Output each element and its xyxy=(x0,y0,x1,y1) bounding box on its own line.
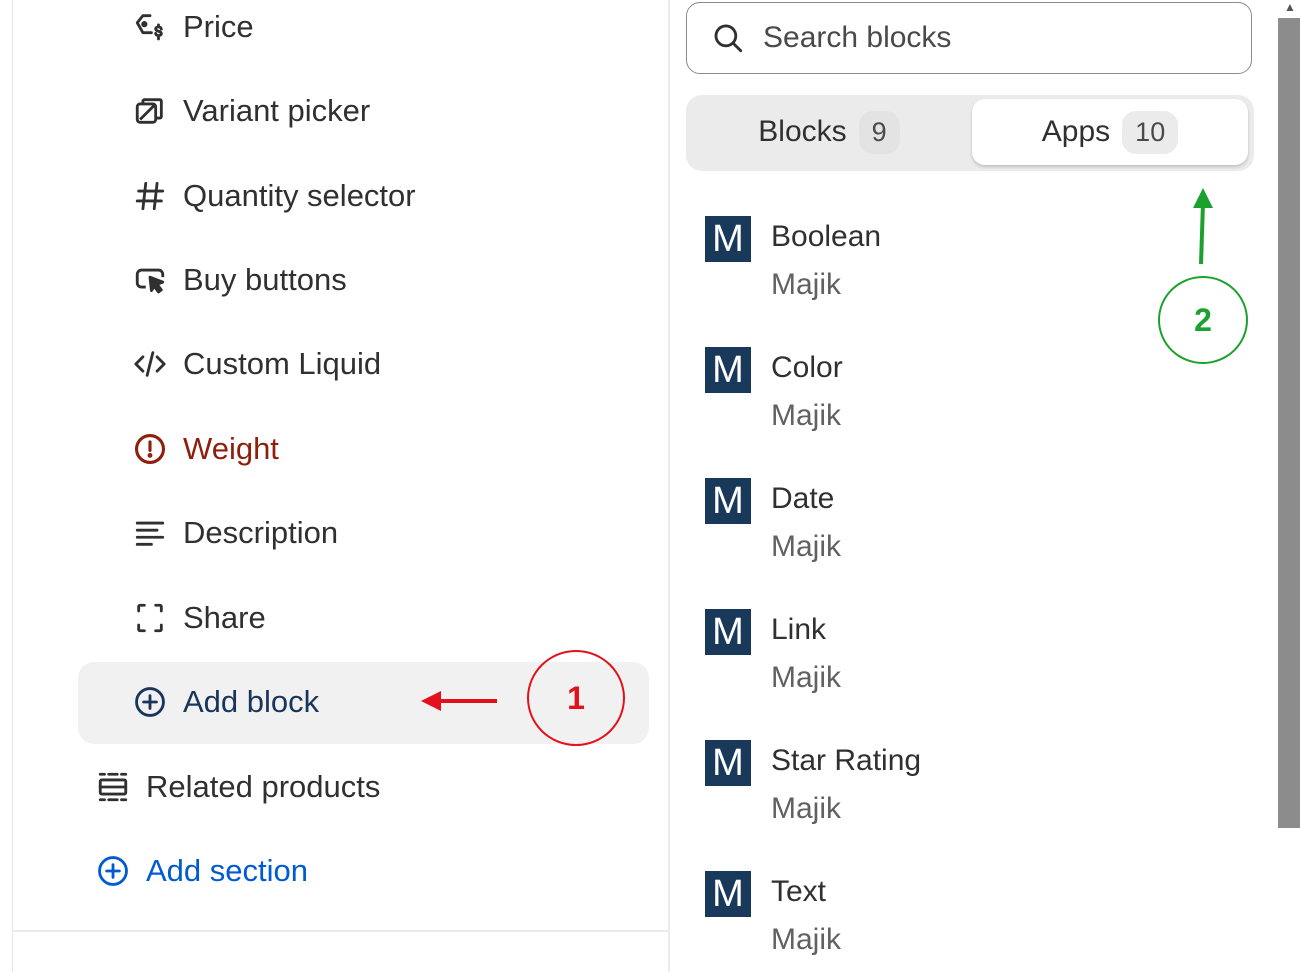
app-block-name: Star Rating xyxy=(771,744,922,777)
cursor-click-icon xyxy=(132,262,168,298)
block-item-price[interactable]: Price xyxy=(132,0,254,57)
block-item-label: Price xyxy=(183,9,254,44)
panel-divider xyxy=(668,0,670,972)
theme-editor-sidebar: Price Variant picker Quantity selector B… xyxy=(0,0,668,972)
share-frame-icon xyxy=(132,600,168,636)
add-section-label: Add section xyxy=(146,853,308,888)
app-block-name: Boolean xyxy=(771,220,882,253)
block-item-label: Variant picker xyxy=(183,93,371,128)
majik-logo-icon: M xyxy=(705,478,751,524)
block-item-variant-picker[interactable]: Variant picker xyxy=(132,81,370,141)
tab-label: Apps xyxy=(1041,115,1111,148)
block-item-label: Quantity selector xyxy=(183,178,416,213)
block-item-description[interactable]: Description xyxy=(132,503,338,563)
search-icon xyxy=(714,24,743,53)
block-item-label: Buy buttons xyxy=(183,262,347,297)
sidebar-footer-divider xyxy=(12,930,668,932)
app-block-vendor: Majik xyxy=(771,923,842,956)
majik-logo-icon: M xyxy=(705,740,751,786)
section-item-label: Related products xyxy=(146,769,381,804)
majik-logo-icon: M xyxy=(705,871,751,917)
tab-count-badge: 9 xyxy=(858,110,900,154)
app-block-name: Link xyxy=(771,613,827,646)
tab-apps[interactable]: Apps 10 xyxy=(972,99,1248,165)
app-block-item[interactable]: M Link Majik xyxy=(705,609,1205,709)
app-block-item[interactable]: M Date Majik xyxy=(705,478,1205,578)
price-tag-icon xyxy=(132,9,168,45)
tab-count-badge: 10 xyxy=(1122,110,1179,154)
block-item-custom-liquid[interactable]: Custom Liquid xyxy=(132,334,381,394)
block-item-label: Description xyxy=(183,515,339,550)
picker-tabs: Blocks 9 Apps 10 xyxy=(686,95,1254,171)
alert-circle-icon xyxy=(132,431,168,467)
block-item-share[interactable]: Share xyxy=(132,588,266,648)
majik-logo-icon: M xyxy=(705,609,751,655)
scrollbar-thumb[interactable] xyxy=(1278,18,1300,828)
block-item-quantity-selector[interactable]: Quantity selector xyxy=(132,166,416,226)
annotation-step-2: 2 xyxy=(1158,276,1248,364)
code-icon xyxy=(132,346,168,382)
app-block-vendor: Majik xyxy=(771,399,842,432)
app-block-item[interactable]: M Color Majik xyxy=(705,347,1205,447)
hash-icon xyxy=(132,178,168,214)
majik-logo-icon: M xyxy=(705,347,751,393)
block-item-label: Share xyxy=(183,600,266,635)
text-lines-icon xyxy=(132,515,168,551)
app-block-name: Date xyxy=(771,482,835,515)
tab-label: Blocks xyxy=(758,115,847,148)
block-item-label: Weight xyxy=(183,431,279,466)
add-block-label: Add block xyxy=(183,684,320,719)
plus-circle-icon xyxy=(132,684,168,720)
tab-blocks[interactable]: Blocks 9 xyxy=(690,99,968,165)
search-input[interactable] xyxy=(761,20,1205,56)
section-item-related-products[interactable]: Related products xyxy=(95,757,380,817)
sidebar-left-border xyxy=(12,0,13,972)
app-block-item[interactable]: M Boolean Majik xyxy=(705,216,1205,316)
block-item-weight[interactable]: Weight xyxy=(132,419,279,479)
majik-logo-icon: M xyxy=(705,216,751,262)
app-block-name: Color xyxy=(771,351,843,384)
add-block-button[interactable]: Add block xyxy=(132,672,319,732)
app-block-name: Text xyxy=(771,875,827,908)
app-block-vendor: Majik xyxy=(771,268,842,301)
variant-icon xyxy=(132,93,168,129)
add-section-button[interactable]: Add section xyxy=(95,841,308,901)
block-item-label: Custom Liquid xyxy=(183,346,382,381)
app-block-vendor: Majik xyxy=(771,530,842,563)
block-item-buy-buttons[interactable]: Buy buttons xyxy=(132,250,347,310)
section-icon xyxy=(95,769,131,805)
scroll-up-arrow-icon[interactable]: ▲ xyxy=(1284,0,1296,14)
app-block-item[interactable]: M Text Majik xyxy=(705,871,1205,971)
app-block-vendor: Majik xyxy=(771,661,842,694)
annotation-step-1: 1 xyxy=(527,650,625,746)
app-block-vendor: Majik xyxy=(771,792,842,825)
app-block-item[interactable]: M Star Rating Majik xyxy=(705,740,1205,840)
plus-circle-icon xyxy=(95,853,131,889)
search-blocks-field[interactable] xyxy=(686,2,1252,74)
